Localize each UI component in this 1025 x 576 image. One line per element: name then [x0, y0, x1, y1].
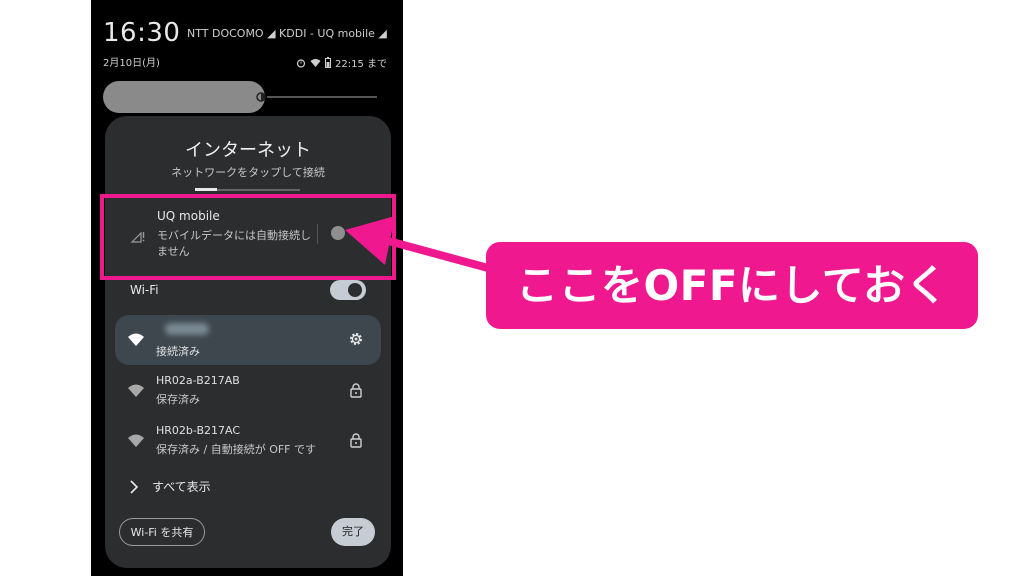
network-status: 保存済み / 自動接続が OFF です [156, 443, 317, 456]
network-status: 保存済み [156, 393, 200, 406]
arrow-pointer-icon [345, 216, 490, 272]
internet-panel: インターネット ネットワークをタップして接続 UQ mobile モバイルデータ… [105, 116, 391, 568]
share-wifi-button[interactable]: Wi-Fi を共有 [119, 518, 205, 546]
done-button[interactable]: 完了 [331, 518, 375, 546]
clock-time: 16:30 [103, 18, 181, 48]
lock-icon [350, 383, 362, 398]
date-text: 2月10日(月) [103, 58, 160, 69]
panel-title: インターネット [185, 140, 311, 161]
wifi-label: Wi-Fi [130, 283, 159, 297]
lock-icon [350, 433, 362, 448]
alarm-until-text: 22:15 まで [335, 59, 387, 70]
network-item[interactable]: HR02a-B217AB 保存済み [115, 368, 381, 414]
network-name: HR02b-B217AC [156, 424, 241, 437]
phone-screen: 16:30 NTT DOCOMO ◢ KDDI - UQ mobile ◢ 2月… [91, 0, 403, 576]
network-item[interactable]: HR02b-B217AC 保存済み / 自動接続が OFF です [115, 418, 381, 464]
network-name-blurred [165, 323, 209, 335]
panel-subtitle: ネットワークをタップして接続 [171, 166, 325, 179]
wifi-status-icon [310, 58, 321, 67]
battery-icon [325, 57, 331, 68]
network-status: 接続済み [156, 345, 200, 358]
progress-indicator [195, 188, 217, 191]
network-name: HR02a-B217AB [156, 374, 240, 387]
wifi-icon [128, 434, 144, 447]
wifi-icon [128, 333, 144, 346]
show-all-link[interactable]: すべて表示 [130, 478, 211, 495]
carrier-text: NTT DOCOMO ◢ KDDI - UQ mobile ◢ [187, 27, 387, 40]
chevron-right-icon [130, 479, 138, 494]
alarm-icon [296, 58, 306, 68]
brightness-slider[interactable] [103, 81, 266, 113]
annotation-callout: ここをOFFにしておく [486, 242, 978, 329]
brightness-track[interactable] [267, 96, 377, 98]
status-icons: 22:15 まで [296, 55, 387, 70]
gear-icon[interactable] [348, 331, 364, 347]
show-all-label: すべて表示 [152, 480, 211, 494]
network-item-connected[interactable]: 接続済み [115, 315, 381, 365]
wifi-icon [128, 384, 144, 397]
wifi-toggle-knob [348, 283, 362, 297]
